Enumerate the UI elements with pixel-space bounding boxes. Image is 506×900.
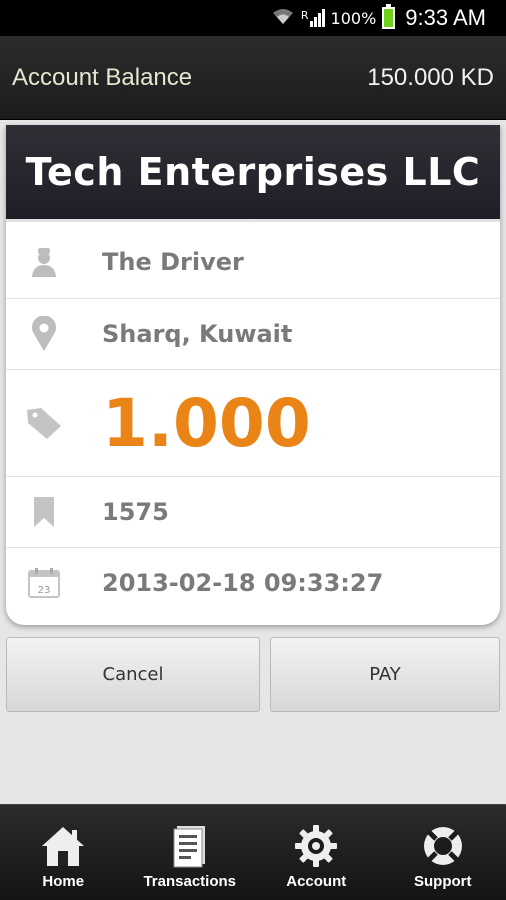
merchant-name: Tech Enterprises LLC: [25, 150, 481, 194]
lifebuoy-icon: [421, 821, 465, 871]
page-title: Account Balance: [12, 63, 193, 91]
reference-number: 1575: [102, 498, 169, 526]
bottom-tab-bar: Home Transactions Account Support: [0, 804, 506, 900]
battery-icon: [382, 4, 396, 29]
roaming-label: R: [300, 9, 309, 22]
tab-transactions[interactable]: Transactions: [127, 805, 254, 900]
date-row: 23 2013-02-18 09:33:27: [6, 548, 500, 618]
payment-amount: 1.000: [102, 384, 311, 462]
tab-home-label: Home: [42, 873, 85, 890]
transaction-datetime: 2013-02-18 09:33:27: [102, 569, 384, 597]
status-bar: R 100% 9:33 AM: [0, 0, 506, 36]
person-icon: [24, 242, 64, 282]
home-icon: [40, 821, 86, 871]
account-balance: 150.000 KD: [367, 63, 494, 91]
cancel-button[interactable]: Cancel: [6, 637, 260, 712]
calendar-icon: 23: [24, 563, 64, 603]
clock: 9:33 AM: [405, 5, 486, 30]
gear-icon: [294, 821, 338, 871]
price-tag-icon: [24, 403, 64, 443]
pay-button[interactable]: PAY: [270, 637, 500, 712]
battery-percent: 100%: [330, 8, 377, 28]
driver-row: The Driver: [6, 226, 500, 299]
app-header: Account Balance 150.000 KD: [0, 36, 506, 120]
tab-home[interactable]: Home: [0, 805, 127, 900]
reference-row: 1575: [6, 477, 500, 548]
payment-card: Tech Enterprises LLC The Driver Sharq, K…: [6, 125, 500, 625]
signal-icon: R: [301, 9, 325, 27]
tab-account-label: Account: [286, 873, 347, 890]
location-pin-icon: [24, 314, 64, 354]
tab-transactions-label: Transactions: [143, 873, 237, 890]
receipt-icon: [171, 821, 209, 871]
amount-row: 1.000: [6, 370, 500, 477]
tab-support-label: Support: [414, 873, 472, 890]
location-row: Sharq, Kuwait: [6, 299, 500, 370]
tab-account[interactable]: Account: [253, 805, 380, 900]
bookmark-icon: [24, 492, 64, 532]
card-header: Tech Enterprises LLC: [6, 125, 500, 222]
calendar-day: 23: [38, 585, 51, 596]
location-text: Sharq, Kuwait: [102, 320, 293, 348]
wifi-icon: [271, 6, 295, 30]
driver-name: The Driver: [102, 248, 244, 276]
tab-support[interactable]: Support: [380, 805, 506, 900]
